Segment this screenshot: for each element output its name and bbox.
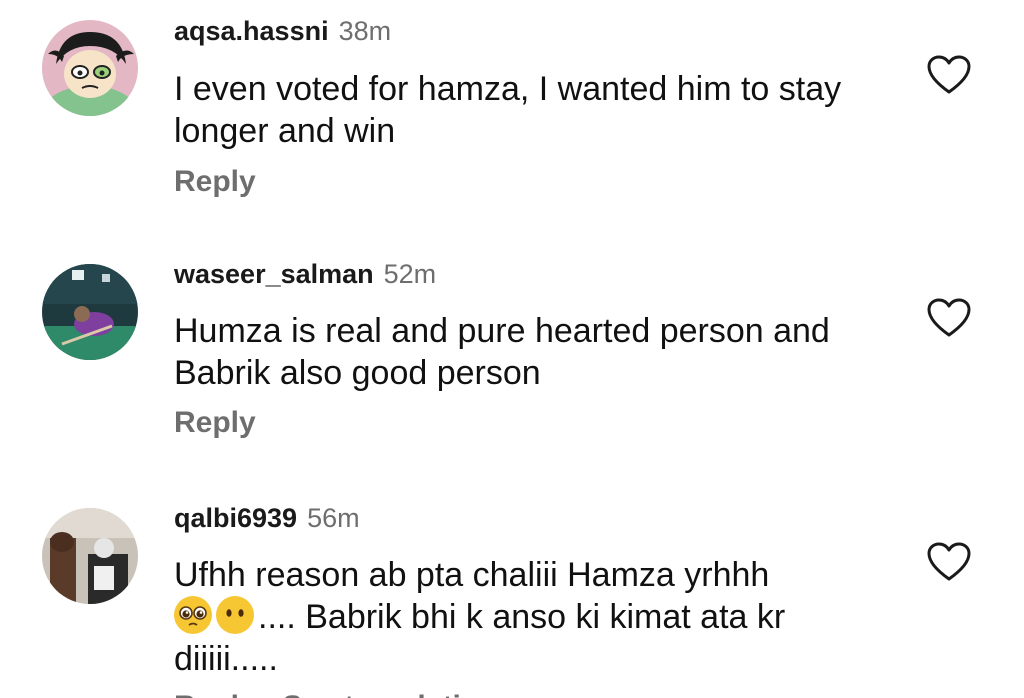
comment-timestamp: 56m: [307, 503, 360, 533]
reply-row-partial: Reply · See translation: [174, 682, 504, 698]
username-text[interactable]: qalbi6939: [174, 503, 297, 533]
comment-text-line: .... Babrik bhi k anso ki kimat ata kr: [174, 596, 874, 638]
pleading-face-icon: [174, 596, 212, 634]
comment-text: Ufhh reason ab pta chaliii Hamza yrhhh .: [174, 554, 874, 680]
comment-text-fragment: .... Babrik bhi k anso ki kimat ata kr: [258, 598, 786, 636]
comment-username[interactable]: qalbi6939 56m: [174, 503, 360, 534]
avatar[interactable]: [42, 508, 138, 604]
comment-text-line: Ufhh reason ab pta chaliii Hamza yrhhh: [174, 556, 770, 594]
comment-text-line: diiiii.....: [174, 640, 278, 678]
reply-row-text[interactable]: Reply · See translation: [174, 690, 504, 698]
heart-outline-icon[interactable]: [926, 541, 972, 583]
comment-item: qalbi6939 56m Ufhh reason ab pta chaliii …: [0, 0, 1024, 698]
face-without-mouth-icon: [216, 596, 254, 634]
avatar-photo-icon: [42, 508, 138, 604]
